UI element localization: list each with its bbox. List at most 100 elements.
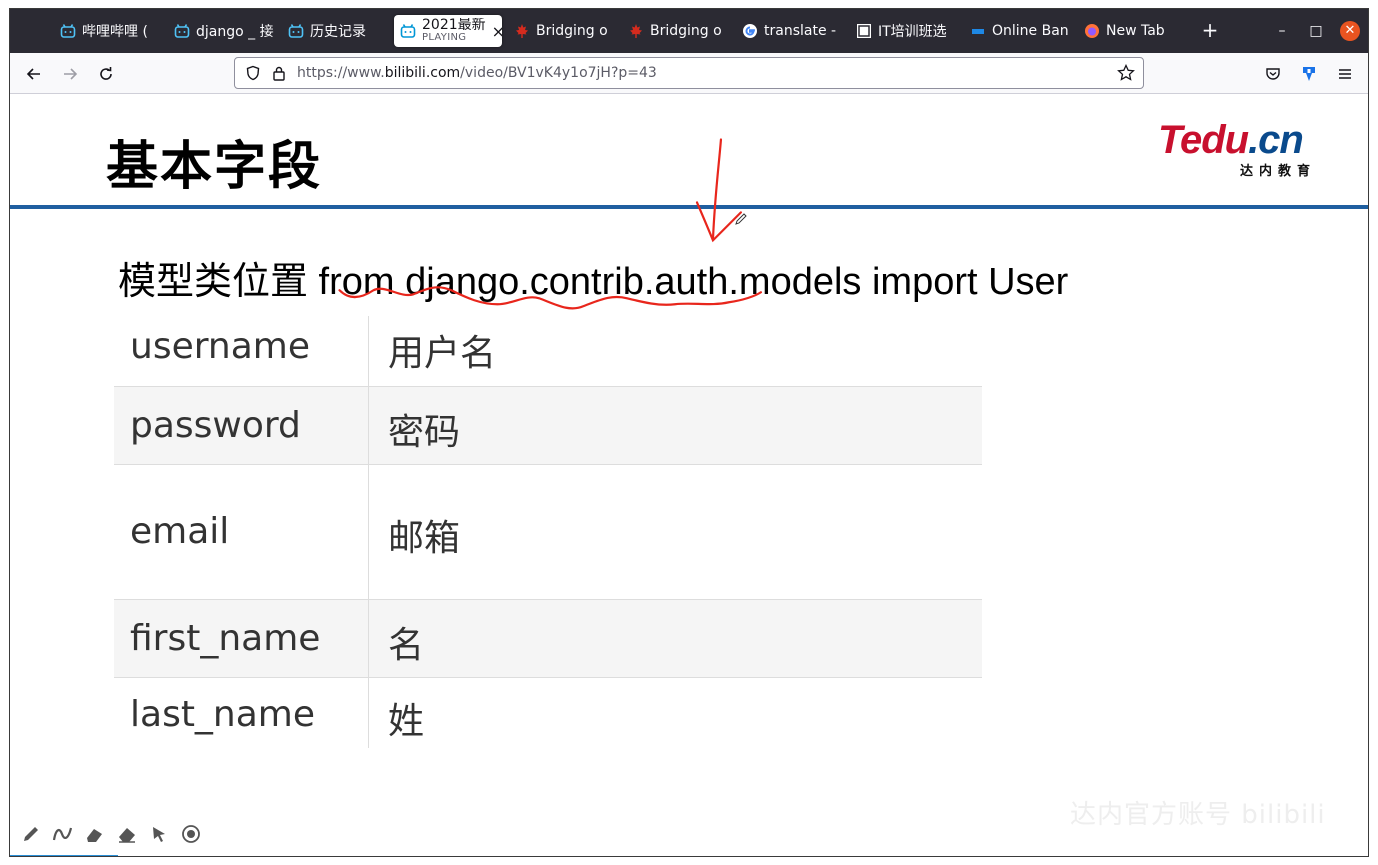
close-tab-icon[interactable]: ×	[492, 22, 502, 41]
table-column-divider	[368, 316, 369, 748]
lock-icon[interactable]	[271, 65, 287, 85]
field-key: password	[130, 405, 301, 446]
table-row: email 邮箱	[114, 464, 982, 600]
tab-it-training[interactable]: IT培训班选	[856, 15, 956, 47]
annotation-arrow-line	[711, 138, 723, 241]
maple-leaf-icon	[628, 23, 644, 39]
eraser-tool-button[interactable]	[116, 823, 138, 845]
tab-active-video[interactable]: 2021最新 PLAYING ×	[394, 15, 502, 47]
forward-arrow-icon	[64, 68, 78, 80]
pointer-icon	[153, 827, 165, 842]
maximize-button[interactable]: □	[1306, 21, 1326, 41]
video-slide[interactable]: 基本字段 Tedu.cn 达内教育 模型类位置 from django.cont…	[10, 94, 1368, 856]
tab-label: New Tab	[1106, 23, 1165, 39]
tab-label: 历史记录	[310, 24, 366, 40]
close-window-button[interactable]: ✕	[1340, 21, 1360, 41]
logo-text-cn: .cn	[1248, 118, 1304, 162]
record-tool-button[interactable]	[180, 823, 202, 845]
curve-tool-button[interactable]	[52, 823, 74, 845]
tab-playing-label: PLAYING	[422, 32, 467, 44]
field-value: 邮箱	[388, 518, 461, 559]
tab-new-tab[interactable]: New Tab	[1084, 15, 1184, 47]
table-row: password 密码	[114, 386, 982, 465]
pointer-tool-button[interactable]	[148, 823, 170, 845]
url-text[interactable]: https://www.bilibili.com/video/BV1vK4y1o…	[297, 65, 657, 81]
bilibili-icon	[60, 23, 76, 39]
tab-label: 2021最新	[422, 18, 486, 34]
title-divider	[10, 205, 1368, 209]
highlighter-tool-button[interactable]	[84, 823, 106, 845]
reload-icon	[100, 67, 112, 80]
tab-label: translate -	[764, 23, 837, 39]
url-domain: bilibili.com	[384, 65, 461, 81]
tab-label: IT培训班选	[878, 24, 947, 40]
tab-bridging-1[interactable]: Bridging o	[514, 15, 614, 47]
site-icon	[970, 23, 986, 39]
url-prefix: https://www.	[297, 65, 385, 81]
table-row: username 用户名	[114, 316, 982, 386]
tab-label: 哔哩哔哩 (	[82, 24, 148, 40]
forward-button[interactable]	[59, 63, 81, 85]
url-path: /video/BV1vK4y1o7jH?p=43	[460, 65, 657, 81]
bilibili-icon	[174, 23, 190, 39]
maple-leaf-icon	[514, 23, 530, 39]
site-icon	[856, 23, 872, 39]
field-value: 姓	[388, 701, 425, 742]
pen-cursor-icon	[735, 213, 747, 225]
back-button[interactable]	[23, 63, 45, 85]
tab-label: Online Ban	[992, 23, 1069, 39]
tab-django[interactable]: django _ 接	[174, 15, 274, 47]
field-value: 名	[388, 625, 425, 666]
tab-label: Bridging o	[536, 23, 608, 39]
pocket-button[interactable]	[1262, 63, 1284, 85]
bilibili-icon	[288, 23, 304, 39]
tab-label: Bridging o	[650, 23, 722, 39]
pencil-icon	[24, 827, 38, 841]
annotation-toolbar	[20, 820, 202, 848]
model-location-heading: 模型类位置 from django.contrib.auth.models im…	[118, 261, 1069, 303]
table-row: last_name 姓	[114, 677, 982, 750]
firefox-icon	[1084, 23, 1100, 39]
logo-text: Tedu	[1158, 118, 1249, 162]
browser-window: 哔哩哔哩 ( django _ 接 历史记录 2021最新 PLAYING × …	[9, 8, 1369, 857]
tab-strip: 哔哩哔哩 ( django _ 接 历史记录 2021最新 PLAYING × …	[10, 9, 1368, 53]
new-tab-button[interactable]: +	[1198, 19, 1222, 43]
bilibili-icon	[400, 23, 416, 39]
extension-button[interactable]	[1298, 63, 1320, 85]
tab-bilibili-home[interactable]: 哔哩哔哩 (	[60, 15, 160, 47]
shield-icon[interactable]	[245, 65, 261, 85]
highlighter-icon	[87, 829, 102, 842]
curve-icon	[52, 827, 73, 841]
navigation-bar: https://www.bilibili.com/video/BV1vK4y1o…	[10, 53, 1368, 94]
tab-translate[interactable]: translate -	[742, 15, 842, 47]
field-value: 密码	[388, 412, 461, 453]
back-arrow-icon	[26, 68, 40, 80]
google-icon	[742, 23, 758, 39]
bookmark-star-icon[interactable]	[1117, 63, 1135, 86]
field-key: last_name	[130, 694, 316, 735]
field-key: first_name	[130, 618, 321, 659]
reload-button[interactable]	[95, 63, 117, 85]
field-key: email	[130, 511, 230, 552]
extension-icon	[1303, 67, 1315, 81]
field-key: username	[130, 326, 310, 367]
tedu-logo: Tedu.cn 达内教育	[1158, 118, 1323, 180]
address-bar[interactable]: https://www.bilibili.com/video/BV1vK4y1o…	[234, 57, 1144, 89]
table-row: first_name 名	[114, 599, 982, 678]
field-value: 用户名	[388, 333, 497, 374]
tab-label: django _ 接	[196, 24, 274, 40]
record-icon	[182, 825, 200, 843]
hamburger-menu-icon	[1339, 69, 1351, 79]
tab-online-banking[interactable]: Online Ban	[970, 15, 1070, 47]
tab-history[interactable]: 历史记录	[288, 15, 388, 47]
pocket-icon	[1266, 68, 1280, 80]
eraser-icon	[119, 828, 135, 843]
bilibili-watermark: 达内官方账号 bilibili	[1070, 800, 1326, 830]
menu-button[interactable]	[1334, 63, 1356, 85]
minimize-button[interactable]: –	[1272, 21, 1292, 41]
pen-tool-button[interactable]	[20, 823, 42, 845]
video-progress-bar[interactable]	[10, 855, 118, 856]
logo-subtext: 达内教育	[1240, 164, 1317, 179]
slide-title: 基本字段	[106, 137, 323, 197]
tab-bridging-2[interactable]: Bridging o	[628, 15, 728, 47]
